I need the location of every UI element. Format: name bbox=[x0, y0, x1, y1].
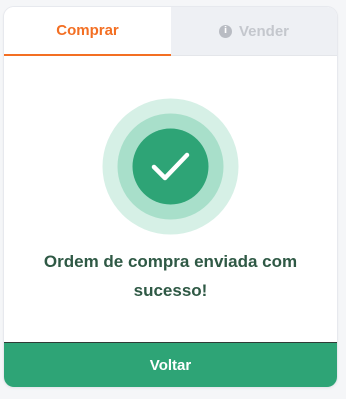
tab-buy[interactable]: Comprar bbox=[4, 7, 171, 56]
info-icon: i bbox=[218, 24, 232, 38]
tab-sell-label: Vender bbox=[238, 22, 290, 40]
success-message-line-2: sucesso! bbox=[133, 281, 208, 300]
order-result-card: Comprar i Vender Ordem de compra enviada… bbox=[4, 7, 337, 387]
success-check-icon bbox=[102, 98, 239, 235]
back-button[interactable]: Voltar bbox=[4, 342, 337, 387]
success-message-line-1: Ordem de compra enviada com bbox=[43, 252, 298, 271]
tab-sell[interactable]: i Vender bbox=[171, 7, 337, 56]
tab-buy-label: Comprar bbox=[56, 22, 119, 39]
check-icon bbox=[102, 98, 239, 235]
order-tabs: Comprar i Vender bbox=[4, 7, 337, 56]
success-message: Ordem de compra enviada com sucesso! bbox=[4, 247, 337, 305]
